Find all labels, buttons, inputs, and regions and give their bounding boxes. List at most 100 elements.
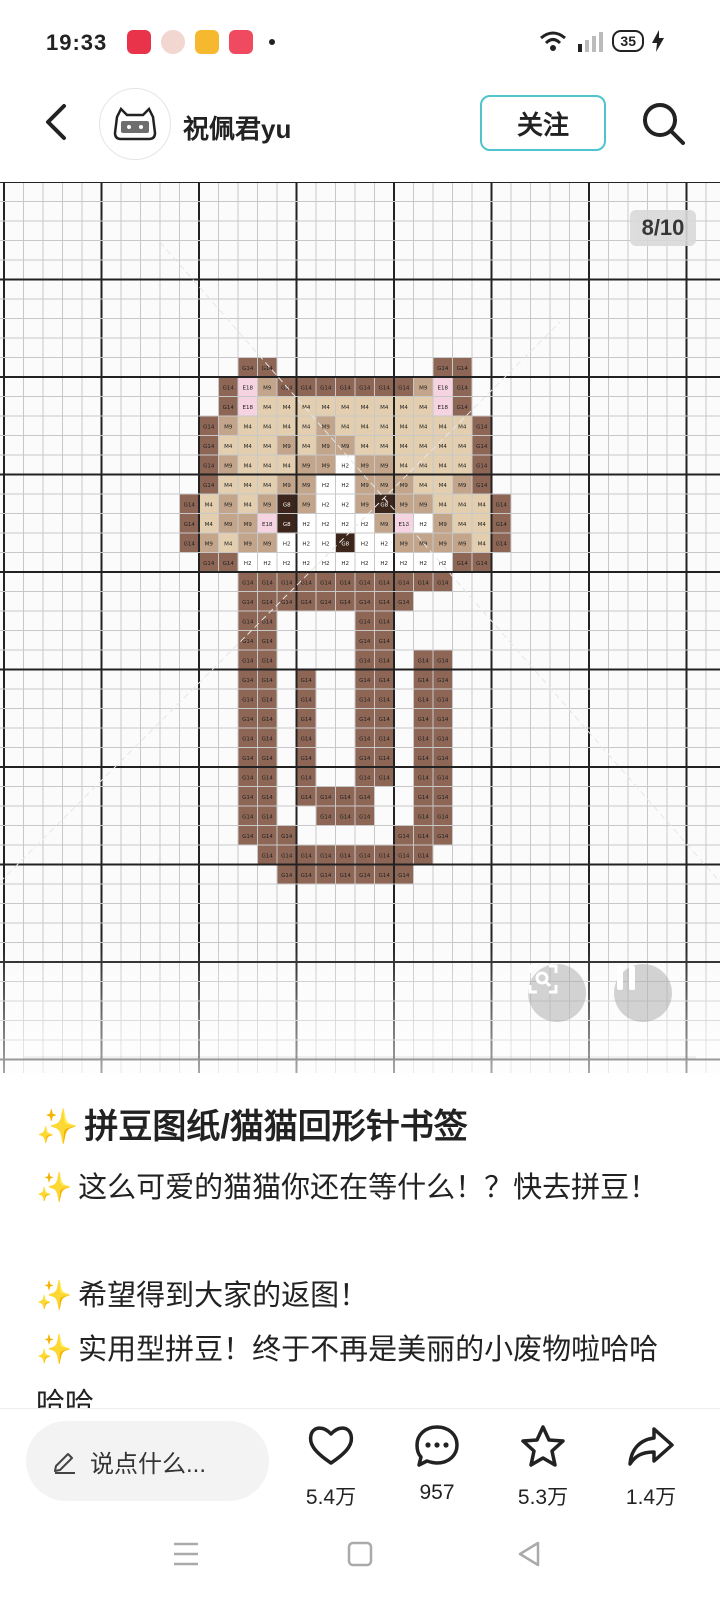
svg-text:M9: M9	[224, 424, 233, 430]
svg-text:M9: M9	[283, 444, 292, 450]
svg-text:G14: G14	[359, 619, 371, 625]
home-nav-icon[interactable]	[347, 1541, 373, 1567]
svg-text:G14: G14	[301, 580, 313, 586]
svg-text:G14: G14	[320, 873, 332, 879]
bead-cell: G14	[257, 747, 277, 767]
svg-text:G14: G14	[359, 639, 371, 645]
svg-text:G14: G14	[437, 366, 449, 372]
svg-text:G14: G14	[242, 639, 254, 645]
svg-text:G14: G14	[242, 600, 254, 606]
svg-text:G14: G14	[398, 853, 410, 859]
svg-text:G14: G14	[359, 580, 371, 586]
bead-cell: G14	[296, 708, 316, 728]
bead-cell: G14	[316, 864, 336, 884]
svg-text:G14: G14	[476, 463, 488, 469]
post-header: 祝佩君yu 关注	[0, 88, 720, 182]
scan-button[interactable]	[528, 964, 586, 1022]
bead-cell: M9	[218, 416, 238, 436]
svg-text:G14: G14	[437, 736, 449, 742]
system-nav-bar	[0, 1518, 720, 1600]
svg-text:M4: M4	[205, 522, 214, 528]
svg-text:M4: M4	[439, 483, 448, 489]
bead-cell: G14	[394, 377, 414, 397]
bead-cell: G14	[394, 825, 414, 845]
svg-text:G14: G14	[262, 834, 274, 840]
collect-button[interactable]: 5.3万	[498, 1423, 588, 1511]
svg-text:E18: E18	[262, 522, 273, 528]
collect-count: 5.3万	[517, 1486, 569, 1509]
bead-cell: G14	[238, 357, 258, 377]
svg-text:G14: G14	[262, 639, 274, 645]
pause-button[interactable]	[614, 964, 672, 1022]
heart-icon	[308, 1426, 354, 1465]
svg-text:M4: M4	[302, 444, 311, 450]
back-nav-icon[interactable]	[516, 1540, 542, 1568]
svg-text:G14: G14	[359, 600, 371, 606]
follow-button[interactable]: 关注	[480, 95, 606, 151]
author-avatar[interactable]	[99, 88, 171, 160]
comment-placeholder: 说点什么...	[90, 1450, 207, 1478]
bead-cell: G14	[296, 591, 316, 611]
menu-nav-icon[interactable]	[172, 1541, 200, 1567]
svg-text:M4: M4	[458, 424, 467, 430]
bead-cell: G14	[413, 845, 433, 865]
bead-cell: G14	[238, 708, 258, 728]
svg-text:M9: M9	[263, 541, 272, 547]
bead-cell: M4	[394, 435, 414, 455]
bead-cell: M4	[472, 513, 492, 533]
bead-cell: M4	[238, 474, 258, 494]
bead-cell: G14	[433, 708, 453, 728]
back-arrow-icon[interactable]	[38, 102, 78, 142]
svg-text:M9: M9	[224, 522, 233, 528]
bead-cell: G14	[277, 864, 297, 884]
bead-cell: G14	[472, 474, 492, 494]
bead-cell: M9	[413, 494, 433, 514]
svg-text:M4: M4	[361, 405, 370, 411]
like-button[interactable]: 5.4万	[286, 1423, 376, 1511]
svg-text:G14: G14	[242, 717, 254, 723]
svg-text:H2: H2	[263, 561, 271, 567]
comment-button[interactable]: 957	[392, 1423, 482, 1505]
bead-cell: G14	[316, 572, 336, 592]
bead-cell: G14	[433, 767, 453, 787]
post-image-carousel[interactable]: G14 G14 G14 G14 G14 E18 M9 G14 G14 G14 G14 G14 G14 G1…	[0, 182, 720, 1073]
svg-text:G14: G14	[320, 385, 332, 391]
svg-text:H2: H2	[302, 522, 310, 528]
svg-text:M4: M4	[263, 424, 272, 430]
svg-text:M4: M4	[244, 463, 253, 469]
bead-cell: M9	[394, 533, 414, 553]
svg-text:G14: G14	[496, 502, 508, 508]
svg-text:G14: G14	[301, 736, 313, 742]
bead-cell: G14	[472, 552, 492, 572]
bead-cell: M4	[472, 494, 492, 514]
bead-cell: E18	[394, 513, 414, 533]
bead-cell: G14	[296, 572, 316, 592]
bead-cell: G14	[374, 572, 394, 592]
svg-text:M4: M4	[458, 502, 467, 508]
bead-cell: M4	[238, 455, 258, 475]
svg-text:M9: M9	[400, 483, 409, 489]
bead-cell: H2	[296, 513, 316, 533]
share-button[interactable]: 1.4万	[606, 1423, 696, 1511]
search-icon[interactable]	[640, 100, 688, 148]
svg-text:M9: M9	[263, 385, 272, 391]
bead-cell: G14	[218, 552, 238, 572]
post-line-3: ✨ 实用型拼豆！终于不再是美丽的小废物啦哈哈哈哈	[36, 1323, 686, 1408]
svg-text:G14: G14	[281, 873, 293, 879]
battery-indicator: 35	[612, 30, 644, 52]
bead-cell: M4	[277, 416, 297, 436]
bead-cell: G14	[257, 728, 277, 748]
svg-text:G14: G14	[242, 795, 254, 801]
svg-text:G14: G14	[418, 678, 430, 684]
bead-cell: G14	[277, 845, 297, 865]
bead-cell: M4	[413, 416, 433, 436]
bead-cell: G14	[335, 806, 355, 826]
bead-cell: G14	[374, 747, 394, 767]
svg-text:M9: M9	[224, 502, 233, 508]
author-name[interactable]: 祝佩君yu	[183, 109, 291, 146]
comment-input[interactable]: 说点什么...	[26, 1421, 269, 1501]
bead-cell: M9	[218, 494, 238, 514]
svg-text:G14: G14	[203, 463, 215, 469]
bead-cell: M4	[199, 513, 219, 533]
svg-text:G14: G14	[457, 405, 469, 411]
